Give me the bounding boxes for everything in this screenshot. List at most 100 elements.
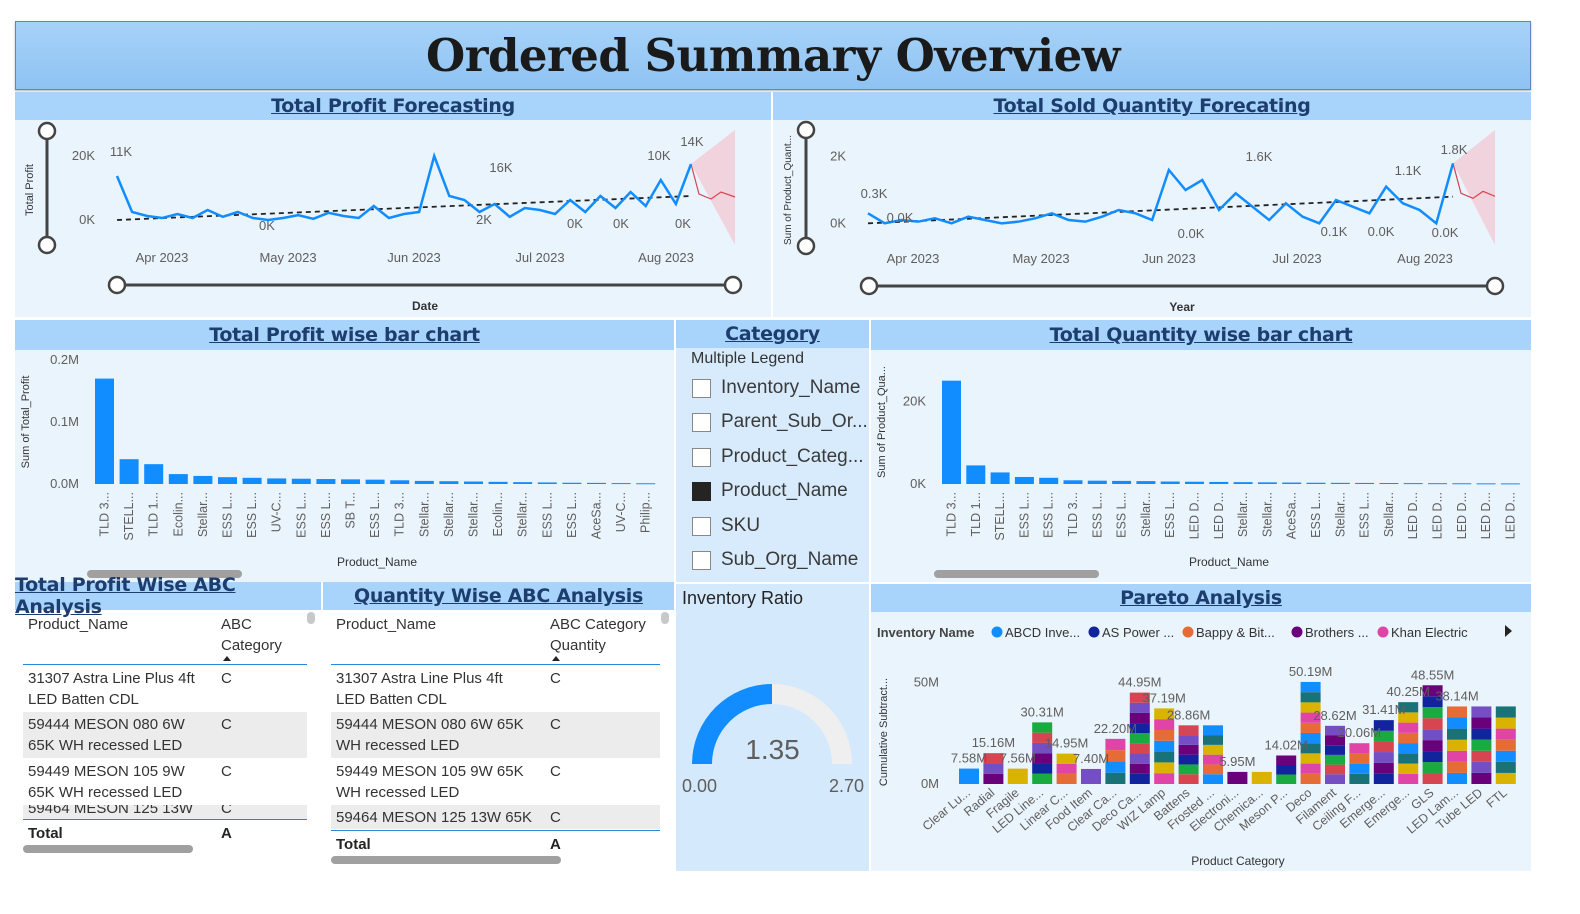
- row-product: 59444 MESON 080 6W 65K WH recessed LED: [28, 716, 185, 754]
- bar-segment: [1276, 774, 1297, 784]
- y-range-slider-handle-end: [37, 235, 57, 255]
- x-tick-label: Stellar...: [1382, 492, 1396, 537]
- bar-segment: [1349, 743, 1370, 754]
- data-label: 0.0K: [1178, 226, 1205, 241]
- x-tick-label: ESS L...: [294, 492, 308, 538]
- col-header-abc-line2[interactable]: Category: [221, 637, 282, 654]
- data-label: 20.06M: [1338, 725, 1381, 740]
- table-row[interactable]: 31307 Astra Line Plus 4ft LED Batten CDL …: [331, 666, 660, 712]
- bar: [966, 465, 986, 484]
- bar-segment: [1032, 773, 1053, 784]
- table-row[interactable]: 59449 MESON 105 9W 65K WH recessed LED C: [331, 759, 660, 805]
- bar-segment: [1471, 706, 1492, 718]
- table-row[interactable]: 59464 MESON 125 13W 65K C: [331, 805, 660, 829]
- profit-abc-title[interactable]: Total Profit Wise ABC Analysis: [15, 574, 321, 618]
- slicer-item-parent-sub-org[interactable]: Parent_Sub_Or...: [692, 407, 868, 437]
- bar: [1306, 482, 1326, 484]
- x-tick-label: LED D...: [1455, 492, 1469, 539]
- bar: [1330, 482, 1350, 484]
- col-header-product-name[interactable]: Product_Name: [28, 616, 128, 633]
- qty-forecast-chart[interactable]: 2K 0K Apr 2023 May 2023 Jun 2023 Jul 2023 Aug …: [773, 120, 1531, 317]
- profit-bar-title[interactable]: Total Profit wise bar chart: [209, 324, 480, 346]
- x-axis-label: Product_Name: [1189, 555, 1269, 569]
- table-row[interactable]: 59449 MESON 105 9W 65K WH recessed LED C: [23, 759, 307, 805]
- vertical-scrollbar[interactable]: [307, 612, 315, 624]
- slicer-item-product-category[interactable]: Product_Categ...: [692, 442, 864, 472]
- bar-segment: [983, 773, 1004, 784]
- y-tick-label: 0.2M: [50, 352, 79, 367]
- checkbox-checked[interactable]: [692, 481, 711, 501]
- vertical-scrollbar[interactable]: [661, 612, 669, 624]
- x-tick-label: ESS L...: [1017, 492, 1031, 538]
- bar: [1063, 480, 1083, 484]
- bar-segment: [1422, 773, 1443, 784]
- profit-bar-chart[interactable]: 0.2M 0.1M 0.0M TLD 3... STELL... TLD 1... Ecol…: [15, 350, 674, 582]
- row-product: 59464 MESON 125 13W: [28, 805, 194, 817]
- bar-segment: [1471, 750, 1492, 762]
- table-row[interactable]: 59464 MESON 125 13W C: [23, 805, 307, 819]
- x-tick-label: Stellar...: [1333, 492, 1347, 537]
- y-tick-label: 50M: [914, 674, 939, 689]
- checkbox[interactable]: [692, 550, 711, 570]
- x-axis-label: Date: [412, 299, 438, 313]
- checkbox[interactable]: [692, 516, 711, 536]
- trend-line: [867, 195, 1454, 225]
- qty-forecast-panel: Total Sold Quantity Forecating 2K 0K Apr 2…: [773, 92, 1531, 317]
- slicer-item-sku[interactable]: SKU: [692, 511, 760, 541]
- qty-forecast-header: Total Sold Quantity Forecating: [773, 92, 1531, 120]
- y-tick-label: 0.0M: [50, 476, 79, 491]
- y-axis-label: Total Profit: [24, 164, 36, 216]
- table-row[interactable]: 59444 MESON 080 6W 65K WH recessed LED C: [23, 712, 307, 758]
- col-header-abc-line1[interactable]: ABC Category: [550, 616, 646, 633]
- slicer-item-sub-org-name[interactable]: Sub_Org_Name: [692, 545, 858, 575]
- bar-segment: [1203, 735, 1223, 745]
- checkbox[interactable]: [692, 412, 711, 432]
- col-header-product-name[interactable]: Product_Name: [336, 616, 436, 633]
- table-row[interactable]: 31307 Astra Line Plus 4ft LED Batten CDL …: [23, 666, 307, 712]
- row-product: 59444 MESON 080 6W 65K WH recessed LED: [336, 716, 524, 754]
- qty-abc-title[interactable]: Quantity Wise ABC Analysis: [354, 585, 643, 607]
- slicer-item-inventory-name[interactable]: Inventory_Name: [692, 373, 860, 403]
- total-value: A: [221, 825, 232, 842]
- bar-segment: [1422, 707, 1443, 719]
- bar-segment: [1422, 751, 1443, 763]
- data-label: 28.62M: [1313, 708, 1356, 723]
- profit-forecast-header: Total Profit Forecasting: [15, 92, 771, 120]
- x-tick-label: Ecolin...: [171, 492, 185, 536]
- horizontal-scrollbar[interactable]: [23, 845, 193, 853]
- x-tick-label: Stellar...: [442, 492, 456, 537]
- qty-bar-chart[interactable]: 20K 0K TLD 3... TLD 1... STELL... ESS L... ESS…: [871, 350, 1531, 582]
- x-tick-label: Apr 2023: [136, 250, 189, 265]
- qty-abc-header: Quantity Wise ABC Analysis: [323, 582, 674, 610]
- bar: [1379, 483, 1399, 485]
- category-header: Category: [676, 320, 869, 348]
- col-header-abc-line1[interactable]: ABC: [221, 616, 252, 633]
- qty-bar-title[interactable]: Total Quantity wise bar chart: [1050, 324, 1353, 346]
- slicer-item-product-name[interactable]: Product_Name: [692, 476, 848, 506]
- profit-forecast-chart[interactable]: 20K 0K Apr 2023 May 2023 Jun 2023 Jul 2023 Aug…: [15, 120, 771, 317]
- x-tick-label: May 2023: [259, 250, 316, 265]
- qty-forecast-title[interactable]: Total Sold Quantity Forecating: [993, 95, 1310, 117]
- checkbox[interactable]: [692, 378, 711, 398]
- bar: [464, 481, 483, 484]
- profit-forecast-title[interactable]: Total Profit Forecasting: [271, 95, 515, 117]
- pareto-title[interactable]: Pareto Analysis: [1120, 587, 1282, 609]
- checkbox[interactable]: [692, 447, 711, 467]
- data-label: 15.16M: [972, 735, 1015, 750]
- inventory-ratio-title: Inventory Ratio: [682, 588, 804, 608]
- x-tick-label: ESS L...: [1090, 492, 1104, 538]
- bar: [513, 482, 533, 484]
- x-tick-label: ESS L...: [221, 492, 235, 538]
- bar-segment: [1325, 745, 1345, 755]
- bar-segment: [1129, 743, 1150, 754]
- header-divider: [23, 664, 307, 665]
- col-header-abc-line2[interactable]: Quantity: [550, 637, 606, 654]
- bar-segment: [1178, 764, 1199, 775]
- horizontal-scrollbar[interactable]: [331, 856, 561, 864]
- pareto-chart[interactable]: Inventory Name ABCD Inve... AS Power ... Ba…: [871, 612, 1531, 871]
- bar: [1087, 480, 1107, 484]
- data-label: 14K: [680, 134, 703, 149]
- category-title: Category: [725, 323, 820, 345]
- bar-segment: [959, 768, 979, 784]
- table-row[interactable]: 59444 MESON 080 6W 65K WH recessed LED C: [331, 712, 660, 758]
